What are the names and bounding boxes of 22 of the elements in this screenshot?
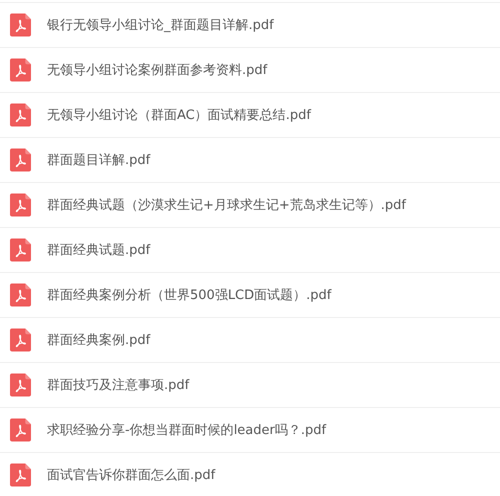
file-name[interactable]: 群面经典案例.pdf [47,331,150,349]
file-name[interactable]: 银行无领导小组讨论_群面题目详解.pdf [47,16,274,34]
pdf-file-icon [10,13,31,37]
pdf-file-icon [10,283,31,307]
pdf-file-icon [10,373,31,397]
file-name[interactable]: 无领导小组讨论案例群面参考资料.pdf [47,61,268,79]
pdf-file-icon [10,328,31,352]
file-name[interactable]: 面试官告诉你群面怎么面.pdf [47,466,216,484]
pdf-file-icon [10,193,31,217]
file-name[interactable]: 群面经典试题（沙漠求生记+月球求生记+荒岛求生记等）.pdf [47,196,406,214]
file-name[interactable]: 无领导小组讨论（群面AC）面试精要总结.pdf [47,106,311,124]
file-name[interactable]: 群面经典案例分析（世界500强LCD面试题）.pdf [47,286,332,304]
pdf-file-icon [10,103,31,127]
file-name[interactable]: 群面经典试题.pdf [47,241,150,259]
pdf-file-icon [10,463,31,487]
pdf-file-icon [10,58,31,82]
file-name[interactable]: 群面题目详解.pdf [47,151,150,169]
pdf-file-icon [10,238,31,262]
pdf-file-icon [10,418,31,442]
pdf-file-icon [10,148,31,172]
file-name[interactable]: 群面技巧及注意事项.pdf [47,376,190,394]
file-name[interactable]: 求职经验分享-你想当群面时候的leader吗？.pdf [47,421,326,439]
